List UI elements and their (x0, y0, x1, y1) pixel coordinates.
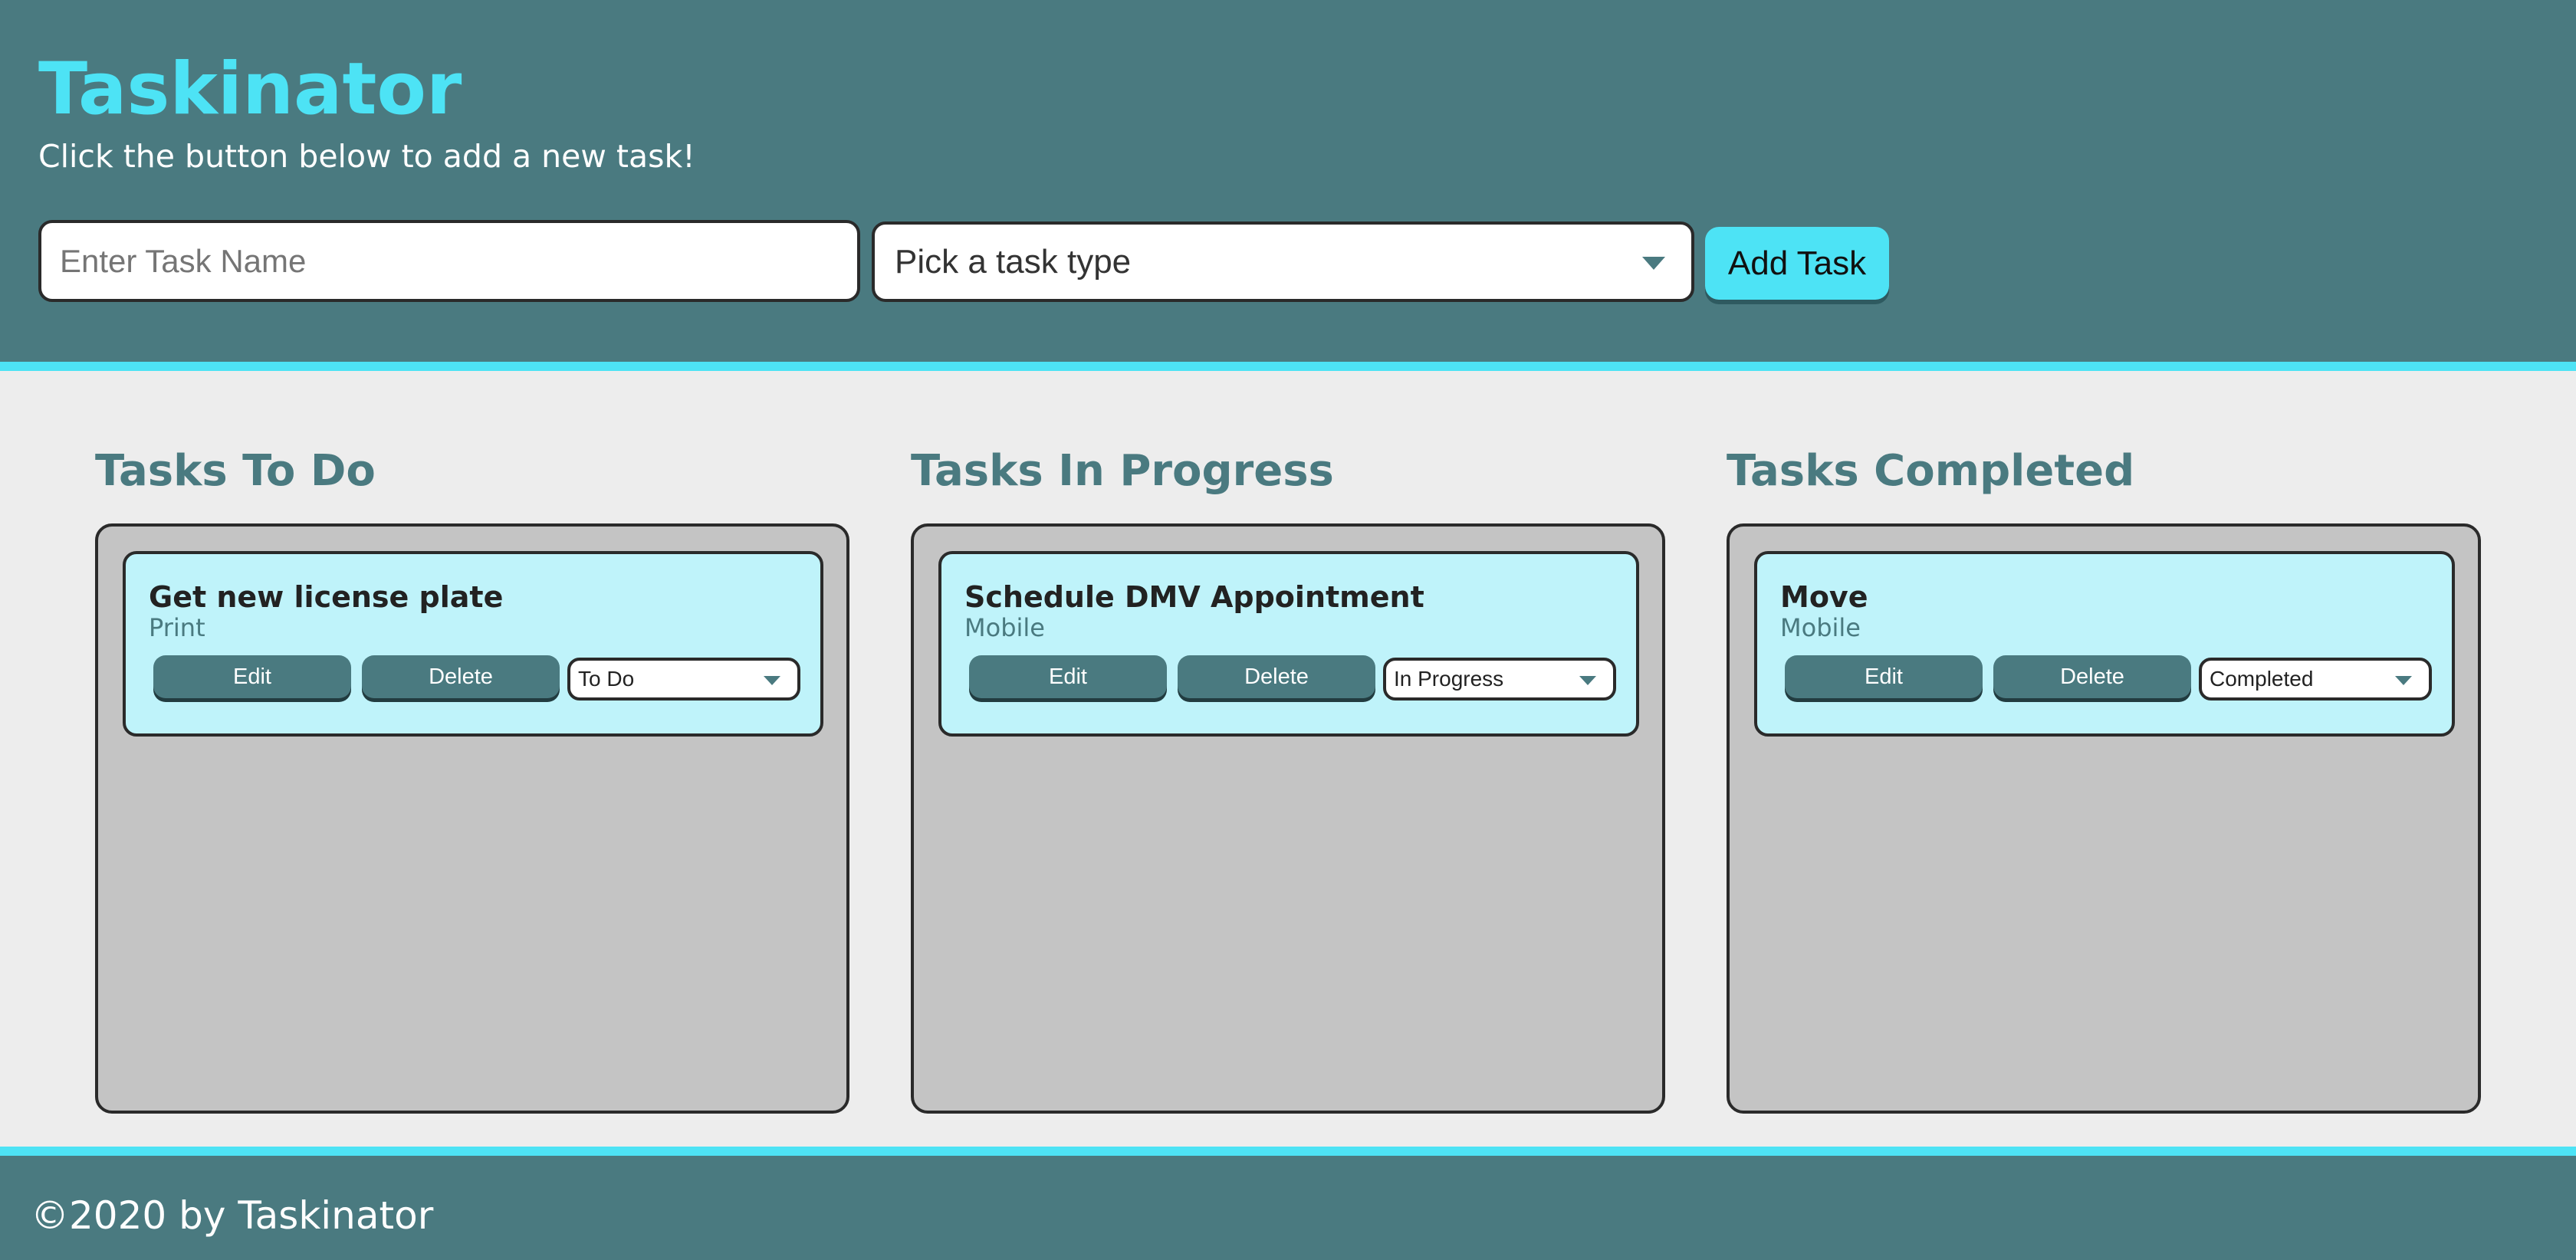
column-title-in-progress: Tasks In Progress (911, 446, 1334, 496)
task-list-to-do: Get new license plate Print Edit Delete … (95, 523, 849, 1114)
task-board: Tasks To Do Get new license plate Print … (0, 371, 2576, 1147)
task-status-select[interactable]: In Progress (1383, 658, 1616, 701)
edit-button[interactable]: Edit (969, 655, 1167, 698)
edit-button[interactable]: Edit (1785, 655, 1983, 698)
task-list-in-progress: Schedule DMV Appointment Mobile Edit Del… (911, 523, 1665, 1114)
task-name-input[interactable] (38, 220, 860, 302)
task-type-select[interactable]: Pick a task type (872, 221, 1694, 302)
app-subtitle: Click the button below to add a new task… (38, 138, 695, 175)
task-card: Schedule DMV Appointment Mobile Edit Del… (938, 551, 1639, 737)
task-type: Print (149, 613, 205, 642)
task-status-select[interactable]: To Do (567, 658, 800, 701)
chevron-down-icon (1642, 257, 1665, 270)
column-title-completed: Tasks Completed (1727, 446, 2135, 496)
task-name: Get new license plate (149, 580, 504, 614)
task-type: Mobile (964, 613, 1045, 642)
task-card: Move Mobile Edit Delete Completed (1754, 551, 2455, 737)
task-list-completed: Move Mobile Edit Delete Completed (1727, 523, 2481, 1114)
column-title-to-do: Tasks To Do (95, 446, 376, 496)
delete-button[interactable]: Delete (362, 655, 560, 698)
task-name: Move (1780, 580, 1868, 614)
task-type-selected: Pick a task type (895, 242, 1132, 281)
page-footer: ©2020 by Taskinator (0, 1147, 2576, 1260)
delete-button[interactable]: Delete (1993, 655, 2191, 698)
page-header: Taskinator Click the button below to add… (0, 0, 2576, 371)
chevron-down-icon (764, 676, 780, 685)
add-task-button[interactable]: Add Task (1705, 227, 1889, 300)
copyright-text: ©2020 by Taskinator (31, 1193, 434, 1238)
edit-button[interactable]: Edit (153, 655, 351, 698)
task-name: Schedule DMV Appointment (964, 580, 1424, 614)
chevron-down-icon (2395, 676, 2412, 685)
task-status-selected: In Progress (1394, 667, 1504, 691)
task-type: Mobile (1780, 613, 1861, 642)
task-status-selected: Completed (2210, 667, 2314, 691)
delete-button[interactable]: Delete (1178, 655, 1375, 698)
app-title: Taskinator (38, 48, 462, 131)
chevron-down-icon (1579, 676, 1596, 685)
task-status-selected: To Do (578, 667, 635, 691)
task-card: Get new license plate Print Edit Delete … (123, 551, 823, 737)
task-status-select[interactable]: Completed (2199, 658, 2432, 701)
